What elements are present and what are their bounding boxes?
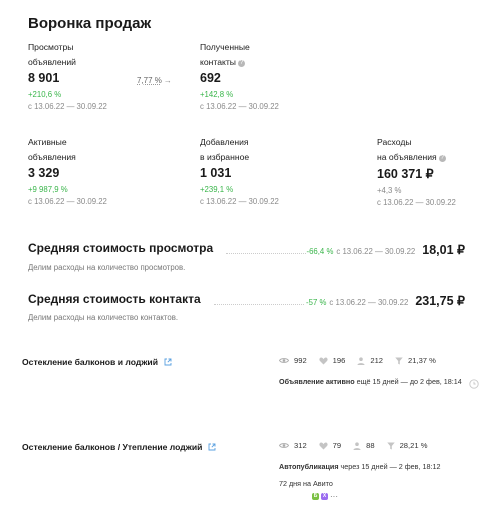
metric-expenses-delta: +4,3 %: [377, 186, 402, 195]
metric-views: Просмотры объявлений 8 901 +210,6 % с 13…: [28, 40, 107, 111]
metric-views-delta: +210,6 %: [28, 90, 62, 99]
ad-item-2-stats: 312 79 88 28,21 %: [279, 441, 439, 450]
metric-expenses-label-2: на объявления: [377, 152, 437, 162]
conversion-rate: 21,37 %: [408, 356, 436, 365]
service-badge-purple[interactable]: Х: [321, 493, 328, 501]
cost-contact-leader: [214, 304, 304, 305]
metric-active: Активные объявления 3 329 +9 987,9 % с 1…: [28, 135, 107, 206]
cost-view-period: с 13.06.22 — 30.09.22: [336, 247, 416, 256]
service-badge-green[interactable]: Б: [312, 493, 319, 501]
metric-views-label-1: Просмотры: [28, 42, 74, 52]
status-label: Объявление активно: [279, 377, 355, 386]
heart-icon: [319, 442, 328, 449]
clock-icon[interactable]: [469, 376, 479, 394]
funnel-icon: [386, 442, 395, 449]
cost-view-description: Делим расходы на количество просмотров.: [28, 263, 186, 272]
metric-active-period: с 13.06.22 — 30.09.22: [28, 197, 107, 206]
cost-contact-title: Средняя стоимость контакта: [28, 292, 201, 306]
user-icon: [353, 441, 361, 450]
ad-item-2-days-on-site: 72 дня на Авито: [279, 479, 333, 488]
metric-expenses-label-1: Расходы: [377, 137, 412, 147]
status-label: Автопубликация: [279, 462, 339, 471]
cost-contact-delta: -57 %: [306, 298, 327, 307]
favorites-count: 79: [332, 441, 342, 450]
metric-active-delta: +9 987,9 %: [28, 185, 68, 194]
info-icon[interactable]: ?: [438, 155, 446, 162]
metric-favorites: Добавления в избранное 1 031 +239,1 % с …: [200, 135, 279, 206]
more-icon[interactable]: ···: [330, 492, 338, 501]
cost-contact-summary: -57 % с 13.06.22 — 30.09.22 231,75 ₽: [306, 293, 465, 308]
cost-view-value: 18,01 ₽: [422, 243, 465, 257]
metric-expenses: Расходы на объявления? 160 371 ₽ +4,3 % …: [377, 135, 456, 207]
ad-item-1-title[interactable]: Остекление балконов и лоджий: [22, 357, 172, 368]
metric-contacts-period: с 13.06.22 — 30.09.22: [200, 102, 279, 111]
user-icon: [357, 356, 365, 365]
metric-active-label-1: Активные: [28, 137, 67, 147]
conversion-rate: 28,21 %: [399, 441, 428, 450]
contacts-count: 212: [370, 356, 384, 365]
metric-contacts-label-2: контакты: [200, 57, 236, 67]
metric-favorites-label-2: в избранное: [200, 152, 250, 162]
metric-expenses-period: с 13.06.22 — 30.09.22: [377, 198, 456, 207]
eye-icon: [279, 443, 289, 448]
cost-view-leader: [226, 253, 306, 254]
metric-favorites-value: 1 031: [200, 166, 232, 180]
ad-item-1-stats: 992 196 212 21,37 %: [279, 356, 448, 365]
views-count: 992: [294, 356, 307, 365]
conversion-value: 7,77 %: [137, 76, 162, 85]
external-link-icon[interactable]: [208, 443, 216, 453]
heart-icon: [319, 357, 328, 364]
eye-icon: [279, 358, 289, 363]
status-detail: через 15 дней — 2 фев, 18:12: [338, 462, 441, 471]
page-title: Воронка продаж: [28, 15, 152, 32]
status-detail: ещё 15 дней — до 2 фев, 18:14: [354, 377, 462, 386]
cost-view-title: Средняя стоимость просмотра: [28, 241, 214, 255]
ad-item-2-title[interactable]: Остекление балконов / Утепление лоджий: [22, 442, 216, 453]
arrow-right-icon: →: [163, 76, 172, 85]
ad-title-text[interactable]: Остекление балконов и лоджий: [22, 357, 158, 367]
metric-views-period: с 13.06.22 — 30.09.22: [28, 102, 107, 111]
metric-contacts-delta: +142,8 %: [200, 90, 234, 99]
metric-favorites-label-1: Добавления: [200, 137, 249, 147]
cost-contact-description: Делим расходы на количество контактов.: [28, 313, 179, 322]
conversion-indicator[interactable]: 7,77 % →: [137, 70, 172, 88]
metric-contacts-value: 692: [200, 71, 221, 85]
metric-active-value: 3 329: [28, 166, 60, 180]
ad-item-2-status: Автопубликация через 15 дней — 2 фев, 18…: [279, 462, 440, 471]
cost-contact-value: 231,75 ₽: [415, 294, 465, 308]
contacts-count: 88: [366, 441, 375, 450]
cost-view-delta: -66,4 %: [306, 247, 334, 256]
metric-views-label-2: объявлений: [28, 57, 76, 67]
metric-favorites-period: с 13.06.22 — 30.09.22: [200, 197, 279, 206]
metric-expenses-value: 160 371 ₽: [377, 167, 434, 181]
metric-active-label-2: объявления: [28, 152, 76, 162]
ad-title-text[interactable]: Остекление балконов / Утепление лоджий: [22, 442, 202, 452]
metric-views-value: 8 901: [28, 71, 60, 85]
views-count: 312: [294, 441, 307, 450]
external-link-icon[interactable]: [164, 358, 172, 368]
cost-contact-period: с 13.06.22 — 30.09.22: [329, 298, 409, 307]
ad-item-1-status: Объявление активно ещё 15 дней — до 2 фе…: [279, 377, 462, 386]
funnel-icon: [395, 357, 403, 364]
favorites-count: 196: [332, 356, 346, 365]
cost-view-summary: -66,4 % с 13.06.22 — 30.09.22 18,01 ₽: [307, 242, 466, 257]
metric-contacts-label-1: Полученные: [200, 42, 250, 52]
info-icon[interactable]: ?: [237, 60, 245, 67]
ad-item-2-services: Б Х ···: [312, 492, 338, 501]
metric-contacts: Полученные контакты? 692 +142,8 % с 13.0…: [200, 40, 279, 111]
metric-favorites-delta: +239,1 %: [200, 185, 234, 194]
